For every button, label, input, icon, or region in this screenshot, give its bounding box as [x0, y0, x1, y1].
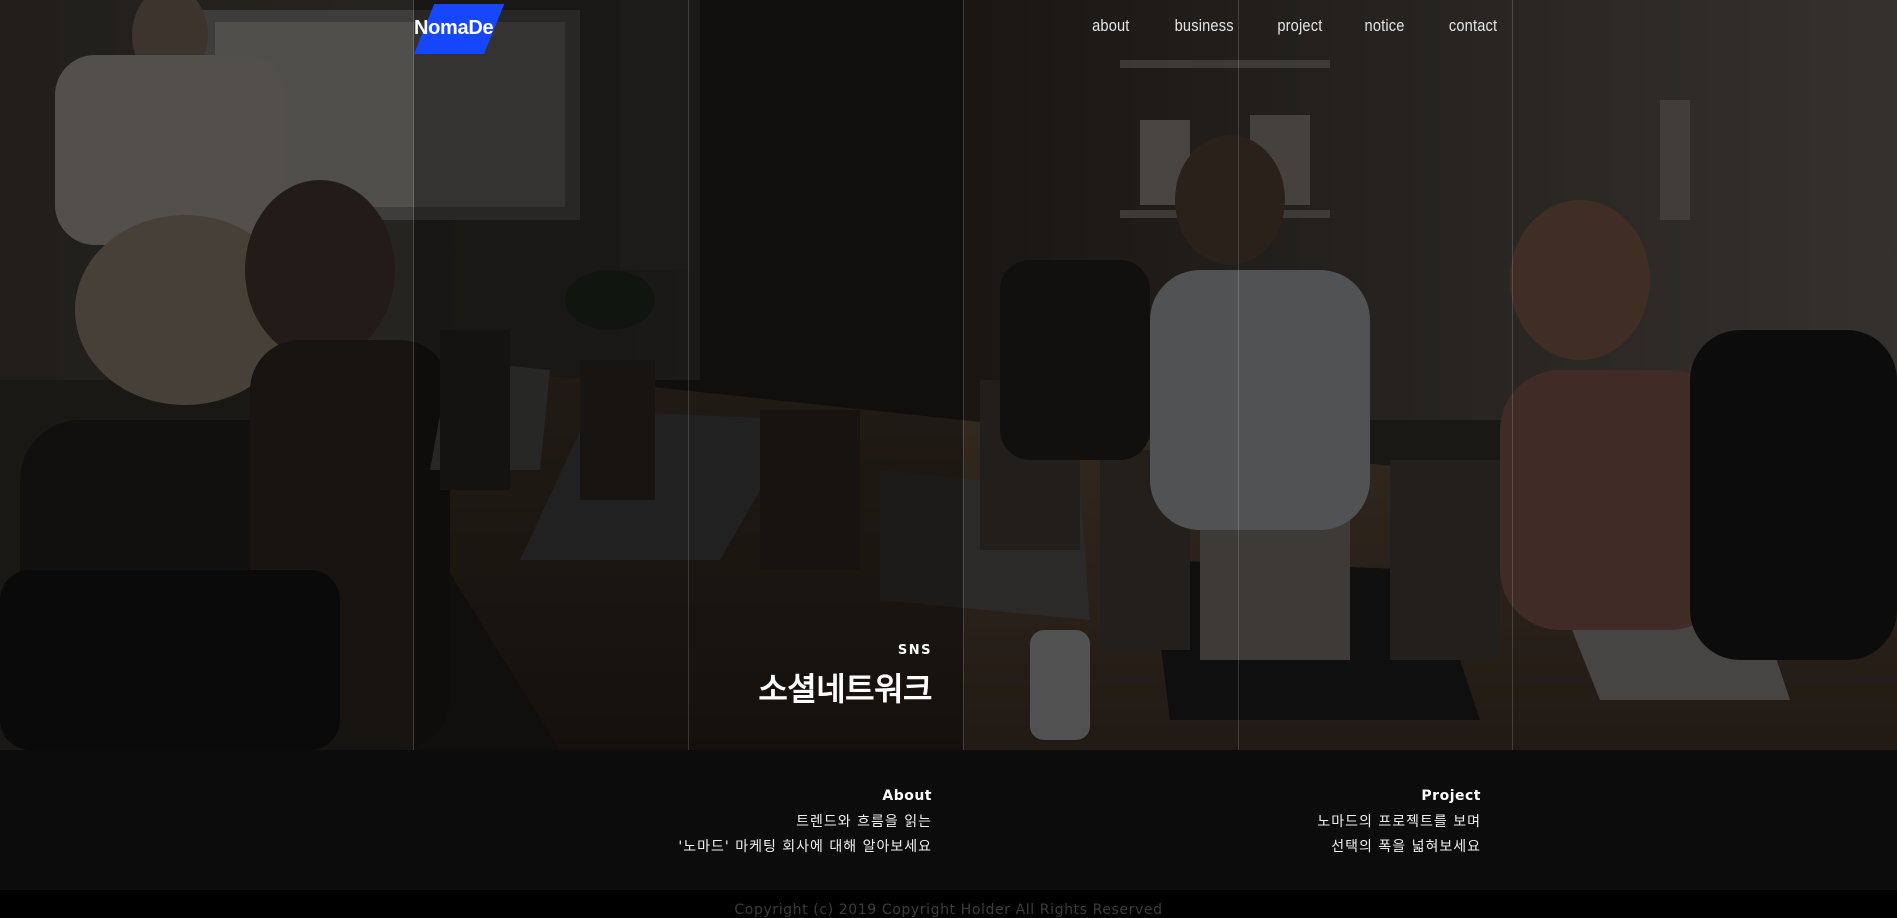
nav-item-about[interactable]: about [1092, 16, 1129, 36]
info-project-heading: Project [1421, 788, 1481, 804]
main-nav: about business project notice contact [1050, 16, 1497, 36]
info-band [0, 750, 1897, 890]
info-project[interactable]: Project 노마드의 프로젝트를 보며 선택의 폭을 넓혀보세요 [1317, 788, 1481, 860]
info-project-line: 노마드의 프로젝트를 보며 [1317, 814, 1481, 830]
nav-item-contact[interactable]: contact [1449, 16, 1497, 36]
info-about-line: '노마드' 마케팅 회사에 대해 알아보세요 [678, 839, 932, 855]
column-shade [689, 0, 963, 750]
hero-caption[interactable]: SNS 소셜네트워크 [758, 643, 932, 710]
info-project-line: 선택의 폭을 넓혀보세요 [1331, 839, 1481, 855]
hero-kicker: SNS [897, 643, 932, 658]
info-about-line: 트렌드와 흐름을 읽는 [796, 814, 932, 830]
info-about-heading: About [882, 788, 932, 804]
logo-text: NomaDe [414, 17, 494, 39]
nav-item-notice[interactable]: notice [1365, 16, 1405, 36]
column-shade [414, 0, 689, 750]
grid-line [1238, 0, 1239, 750]
grid-line [688, 0, 689, 750]
nav-item-project[interactable]: project [1277, 16, 1322, 36]
hero-title: 소셜네트워크 [758, 670, 932, 708]
logo-link[interactable]: NomaDe [394, 4, 505, 54]
page: NomaDe about business project notice con… [0, 0, 1897, 918]
copyright-text: Copyright (c) 2019 Copyright Holder All … [734, 902, 1163, 918]
nav-item-business[interactable]: business [1175, 16, 1234, 36]
info-about[interactable]: About 트렌드와 흐름을 읽는 '노마드' 마케팅 회사에 대해 알아보세요 [678, 788, 932, 860]
